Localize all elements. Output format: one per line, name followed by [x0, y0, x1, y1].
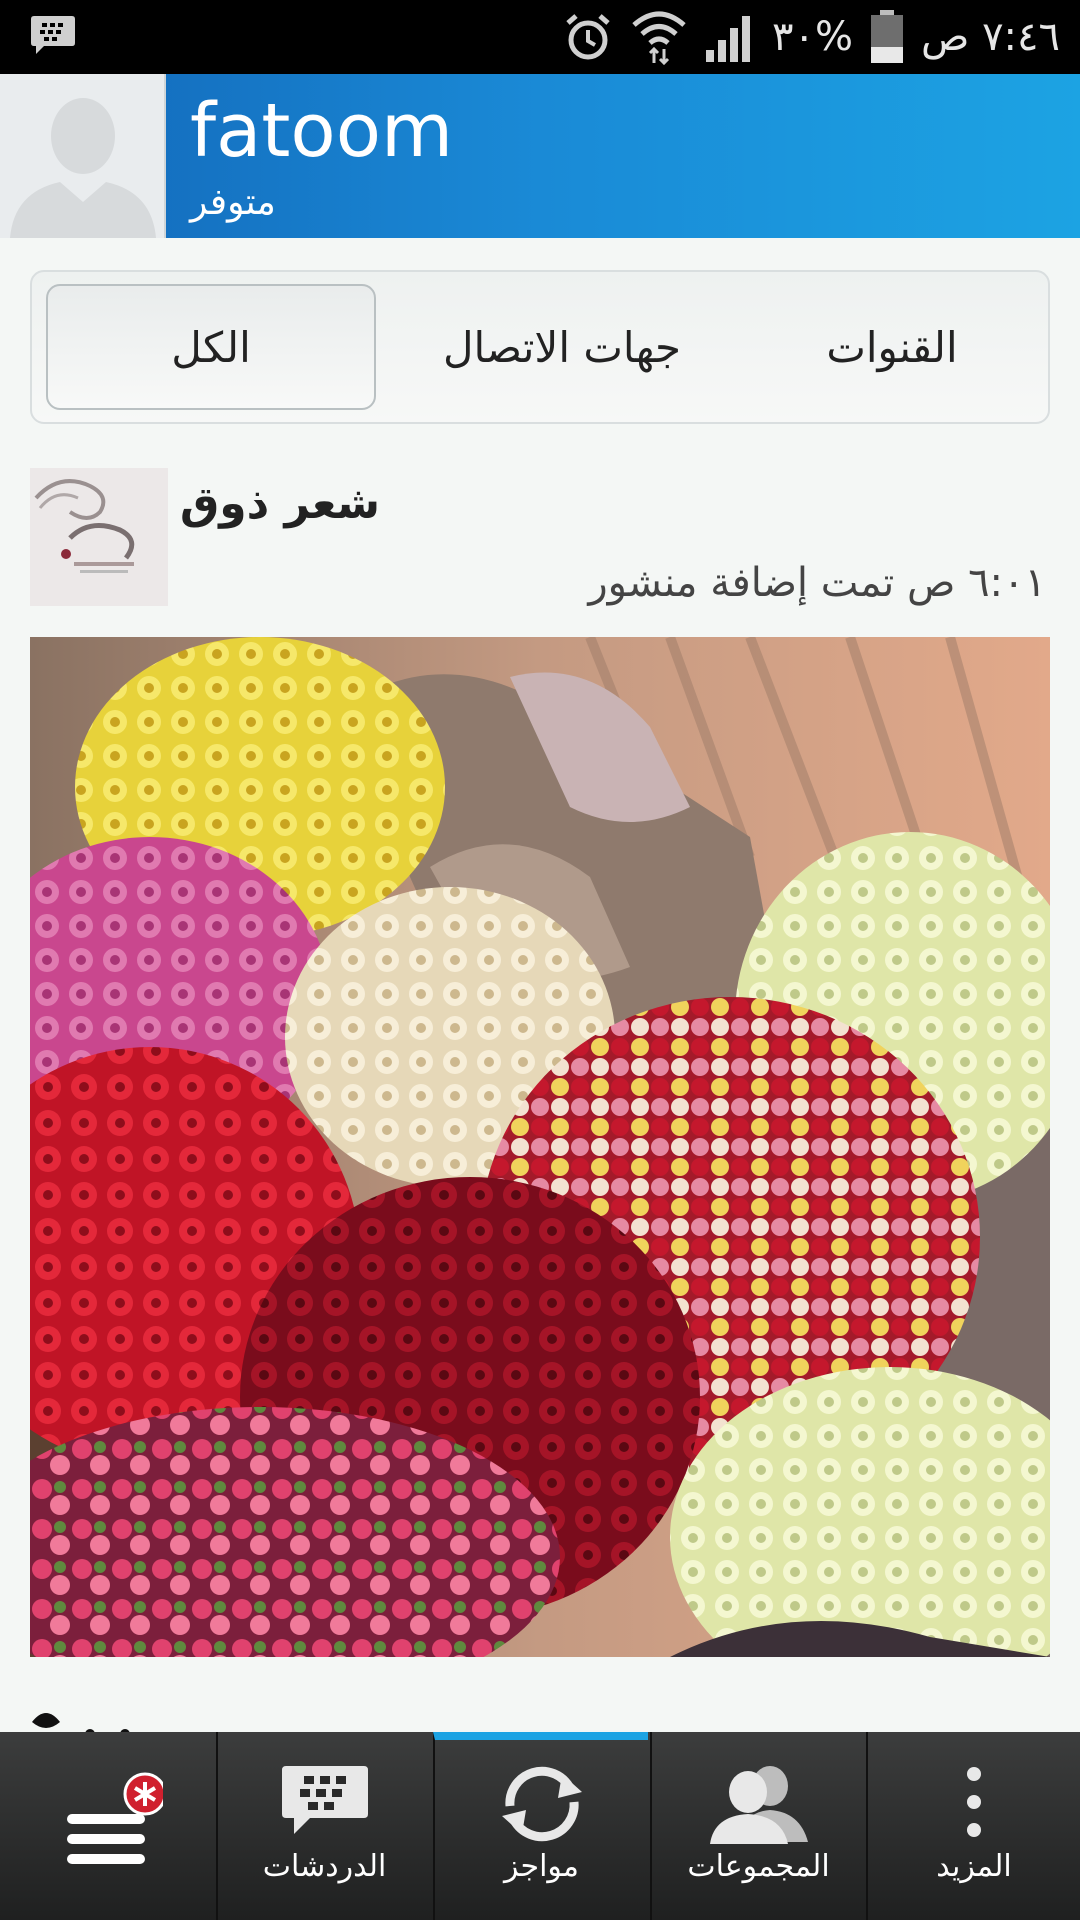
tab-all[interactable]: الكل	[46, 284, 376, 410]
filter-tabs: الكل جهات الاتصال القنوات	[30, 270, 1050, 424]
battery-icon	[870, 10, 903, 63]
post-channel-title[interactable]: شعر ذوق	[180, 478, 380, 529]
bottom-navigation: الدردشات مواجز المجموعات المزيد	[0, 1732, 1080, 1920]
signal-icon	[706, 16, 750, 62]
clock: ٧:٤٦ ص	[920, 14, 1060, 60]
wifi-icon	[632, 11, 686, 65]
default-avatar-icon	[0, 74, 164, 238]
nav-menu[interactable]	[0, 1732, 215, 1920]
roses-photo	[30, 637, 1050, 1657]
nav-feeds-label: مواجز	[504, 1849, 579, 1884]
nav-more[interactable]: المزيد	[866, 1732, 1080, 1920]
refresh-icon	[501, 1766, 582, 1842]
more-vertical-icon	[967, 1767, 981, 1837]
post-image[interactable]	[30, 637, 1050, 1657]
status-bar: ٣٠% ٧:٤٦ ص	[0, 0, 1080, 74]
profile-name: fatoom	[190, 88, 454, 174]
alarm-icon	[566, 14, 610, 60]
nav-chats-label: الدردشات	[262, 1849, 387, 1884]
profile-header[interactable]: fatoom متوفر	[0, 74, 1080, 238]
nav-groups[interactable]: المجموعات	[650, 1732, 865, 1920]
channel-thumbnail[interactable]	[30, 468, 168, 606]
nav-groups-label: المجموعات	[687, 1849, 830, 1884]
battery-percent: ٣٠%	[772, 14, 853, 60]
nav-feeds[interactable]: مواجز	[433, 1732, 648, 1920]
bbm-notification-icon	[31, 16, 75, 54]
avatar[interactable]	[0, 74, 166, 238]
groups-icon	[709, 1766, 808, 1844]
menu-icon	[66, 1772, 163, 1864]
profile-status: متوفر	[190, 182, 276, 223]
post-subtitle: ٦:٠١ ص تمت إضافة منشور	[588, 560, 1046, 606]
bbm-chat-icon	[281, 1766, 368, 1834]
nav-more-label: المزيد	[936, 1849, 1012, 1884]
tab-channels[interactable]: القنوات	[742, 272, 1042, 422]
tab-contacts[interactable]: جهات الاتصال	[392, 272, 732, 422]
channel-logo-image	[30, 468, 168, 606]
nav-chats[interactable]: الدردشات	[216, 1732, 431, 1920]
